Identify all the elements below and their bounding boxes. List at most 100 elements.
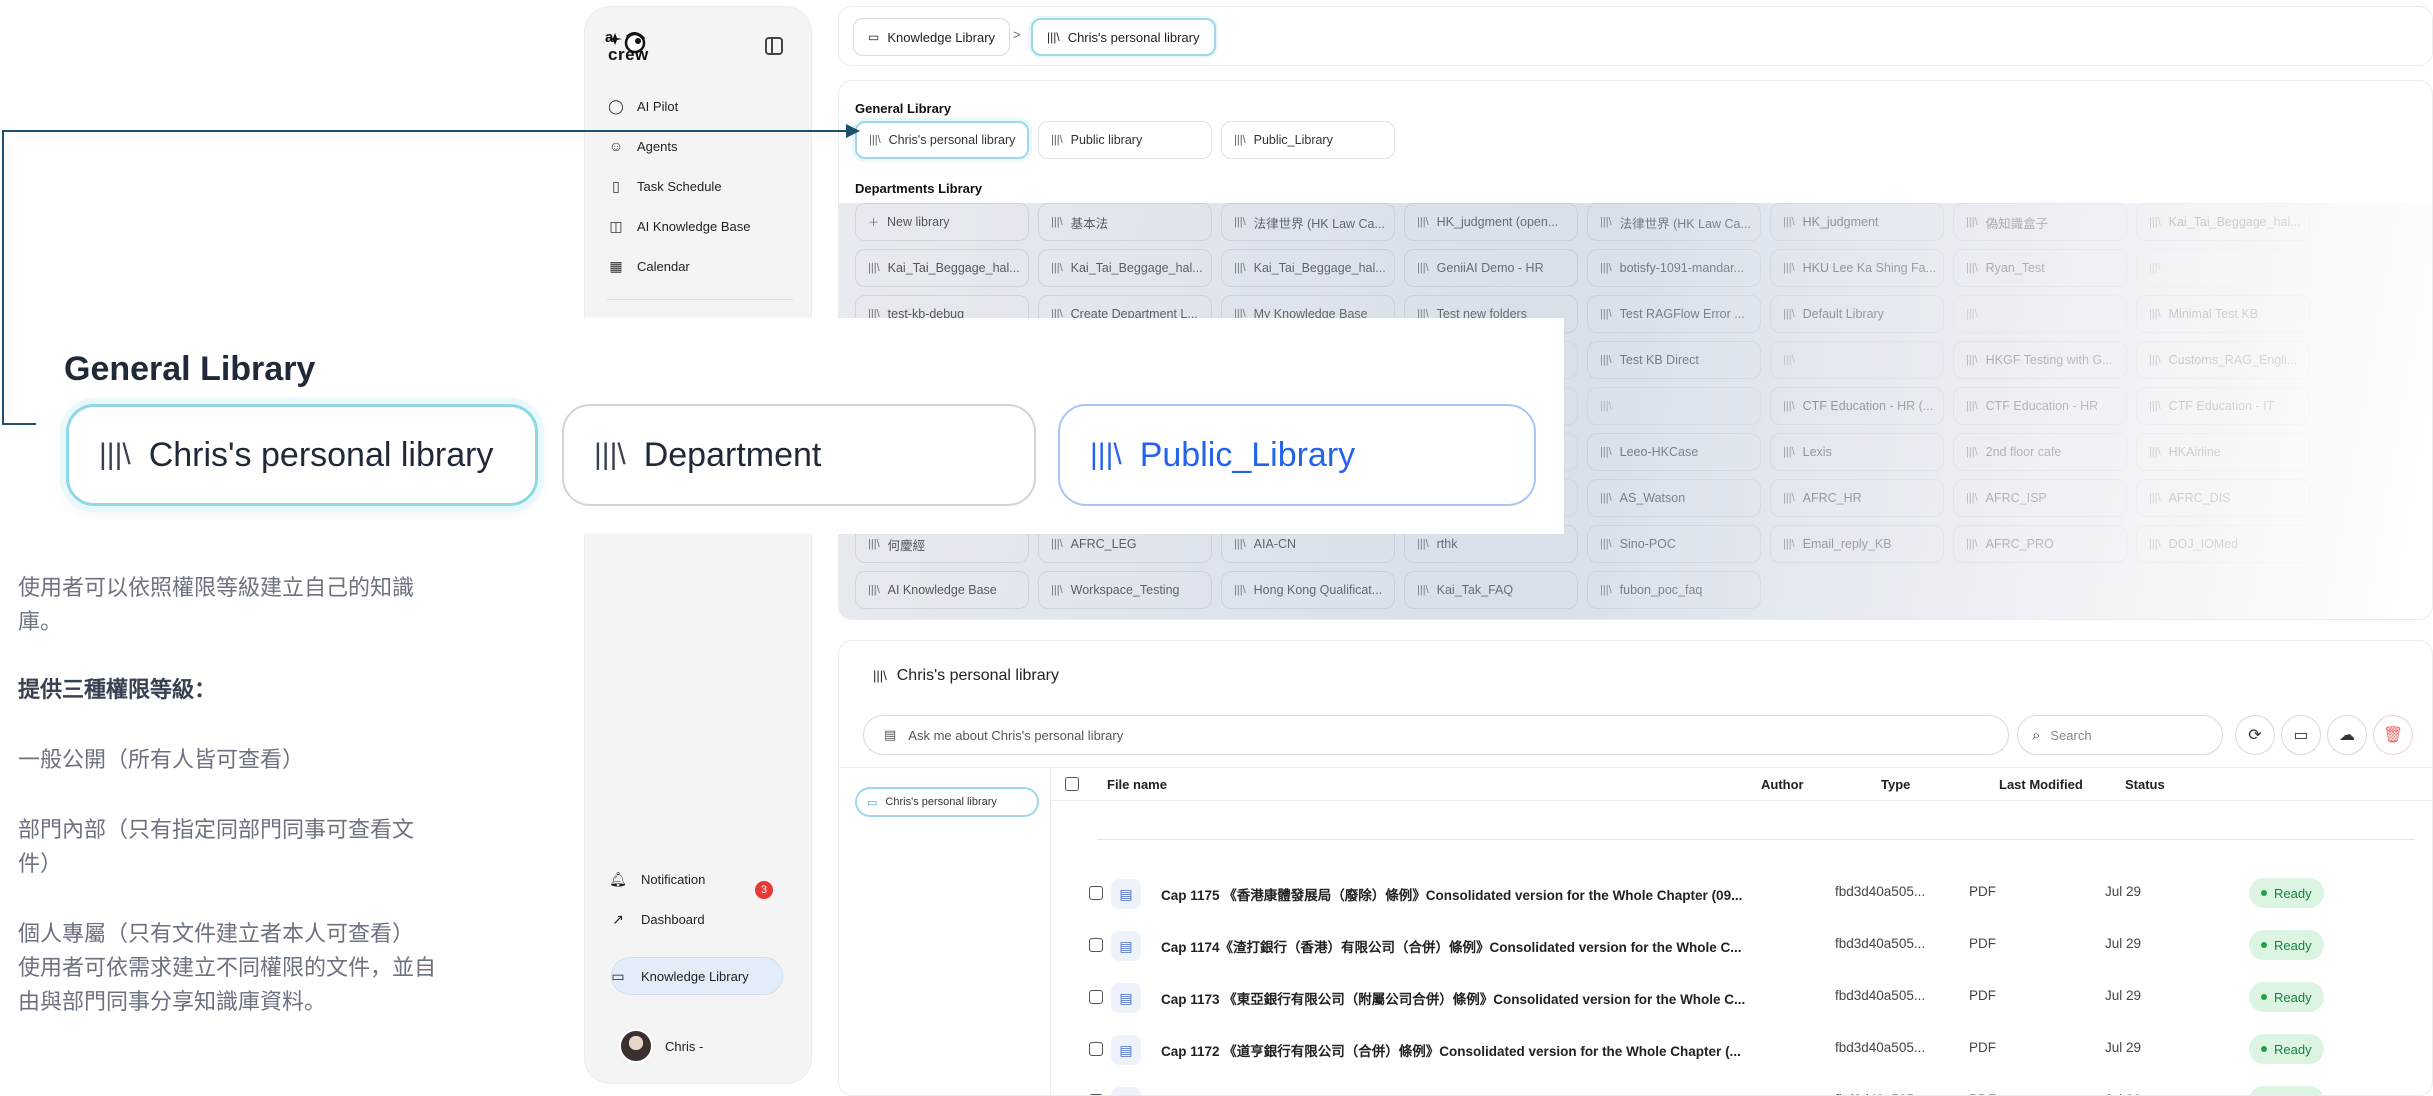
new-library-button[interactable]: ＋ New library	[855, 203, 1029, 241]
folder-item-personal[interactable]: ▭ Chris's personal library	[855, 787, 1039, 817]
table-row[interactable]: ▤ Cap 1171 《中信嘉華銀行有限公司（合併）條例》Consolidated…	[1051, 1075, 2432, 1095]
calendar-icon: ▦	[609, 257, 623, 274]
sidebar-item-ai-pilot[interactable]: ◯ AI Pilot	[607, 89, 678, 123]
column-type[interactable]: Type	[1881, 777, 1910, 792]
document-icon: ▤	[1111, 1035, 1141, 1065]
file-name[interactable]: Cap 1173 《東亞銀行有限公司（附屬公司合併）條例》Consolidate…	[1161, 988, 1761, 1008]
sidebar-item-dashboard[interactable]: ↗ Dashboard	[609, 902, 705, 936]
file-name[interactable]: Cap 1172 《道亨銀行有限公司（合併）條例》Consolidated ve…	[1161, 1040, 1761, 1060]
row-checkbox[interactable]	[1089, 990, 1103, 1004]
department-library-chip[interactable]: |||\ Workspace_Testing	[1038, 571, 1212, 609]
department-library-chip[interactable]: |||\ GeniiAI Demo - HR	[1404, 249, 1578, 287]
library-chip-personal[interactable]: |||\ Chris's personal library	[855, 121, 1029, 159]
file-name[interactable]: Cap 1171 《中信嘉華銀行有限公司（合併）條例》Consolidated …	[1161, 1092, 1761, 1095]
table-header: File name Author Type Last Modified Stat…	[1051, 767, 2432, 801]
file-type: PDF	[1969, 936, 1996, 951]
sidebar-item-ai-knowledge-base[interactable]: ◫ AI Knowledge Base	[607, 209, 750, 243]
department-library-chip[interactable]: |||\ Sino-POC	[1587, 525, 1761, 563]
user-name[interactable]: Chris -	[665, 1039, 703, 1054]
department-library-label: rthk	[1436, 537, 1458, 551]
breadcrumb-knowledge-library[interactable]: ▭ Knowledge Library	[853, 18, 1011, 56]
department-library-chip[interactable]: |||\ AS_Watson	[1587, 479, 1761, 517]
table-row[interactable]: ▤ Cap 1174《渣打銀行（香港）有限公司（合併）條例》Consolidate…	[1051, 919, 2432, 971]
column-author[interactable]: Author	[1761, 777, 1804, 792]
department-library-chip[interactable]: |||\ Kai_Tak_FAQ	[1404, 571, 1578, 609]
department-library-chip[interactable]: |||\ Kai_Tai_Beggage_hal...	[855, 249, 1029, 287]
department-library-chip[interactable]: |||\ fubon_poc_faq	[1587, 571, 1761, 609]
avatar[interactable]	[619, 1029, 653, 1063]
sidebar-collapse-icon[interactable]	[765, 37, 783, 55]
department-library-chip[interactable]: |||\ Lexis	[1770, 433, 1944, 471]
column-status[interactable]: Status	[2125, 777, 2165, 792]
column-last-modified[interactable]: Last Modified	[1999, 777, 2083, 792]
department-library-chip[interactable]: |||\ Kai_Tai_Beggage_hal...	[1038, 249, 1212, 287]
department-library-chip[interactable]: |||\	[1953, 295, 2127, 333]
table-row[interactable]: ▤ Cap 1173 《東亞銀行有限公司（附屬公司合併）條例》Consolidat…	[1051, 971, 2432, 1023]
department-library-chip[interactable]: |||\ Kai_Tai_Beggage_hal...	[2136, 203, 2310, 241]
department-library-chip[interactable]: |||\ CTF Education - IT	[2136, 387, 2310, 425]
department-library-chip[interactable]: |||\ 基本法	[1038, 203, 1212, 241]
search-input[interactable]: ⌕ Search	[2017, 715, 2223, 755]
department-library-chip[interactable]: |||\ Kai_Tai_Beggage_hal...	[1221, 249, 1395, 287]
ask-input[interactable]: ▤ Ask me about Chris's personal library	[863, 715, 2009, 755]
breadcrumb-current[interactable]: |||\ Chris's personal library	[1031, 18, 1216, 56]
library-chip-public-underscore[interactable]: |||\ Public_Library	[1221, 121, 1395, 159]
department-library-chip[interactable]: |||\ AFRC_PRO	[1953, 525, 2127, 563]
department-library-chip[interactable]: |||\ HKU Lee Ka Shing Fa...	[1770, 249, 1944, 287]
department-library-chip[interactable]: |||\ Test KB Direct	[1587, 341, 1761, 379]
sidebar-item-calendar[interactable]: ▦ Calendar	[607, 249, 689, 283]
department-library-chip[interactable]: |||\ 法律世界 (HK Law Ca...	[1221, 203, 1395, 241]
department-library-chip[interactable]: |||\ AFRC_HR	[1770, 479, 1944, 517]
department-library-chip[interactable]: |||\ HKGF Testing with G...	[1953, 341, 2127, 379]
department-library-chip[interactable]: |||\ Minimal Test KB	[2136, 295, 2310, 333]
department-library-chip[interactable]: |||\ AFRC_DIS	[2136, 479, 2310, 517]
column-file-name[interactable]: File name	[1107, 777, 1167, 792]
department-library-chip[interactable]: |||\ HK_judgment	[1770, 203, 1944, 241]
refresh-button[interactable]: ⟳	[2235, 715, 2275, 755]
zoom-chip-department[interactable]: |||\ Department	[562, 404, 1036, 506]
department-library-chip[interactable]: |||\ HKAirline	[2136, 433, 2310, 471]
department-library-chip[interactable]: |||\ Hong Kong Qualificat...	[1221, 571, 1395, 609]
department-library-chip[interactable]: |||\ DOJ_IOMed	[2136, 525, 2310, 563]
department-library-chip[interactable]: |||\ botisfy-1091-mandar...	[1587, 249, 1761, 287]
department-library-chip[interactable]: |||\	[1770, 341, 1944, 379]
department-library-chip[interactable]: |||\ 法律世界 (HK Law Ca...	[1587, 203, 1761, 241]
select-all-checkbox[interactable]	[1065, 777, 1079, 791]
zoom-chip-personal[interactable]: |||\ Chris's personal library	[66, 404, 538, 506]
row-checkbox[interactable]	[1089, 938, 1103, 952]
department-library-chip[interactable]: |||\ CTF Education - HR (...	[1770, 387, 1944, 425]
zoom-chip-public[interactable]: |||\ Public_Library	[1058, 404, 1536, 506]
department-library-chip[interactable]: |||\ AFRC_ISP	[1953, 479, 2127, 517]
department-library-chip[interactable]: |||\ AI Knowledge Base	[855, 571, 1029, 609]
department-library-chip[interactable]: |||\ 偽知識盒子	[1953, 203, 2127, 241]
department-library-chip[interactable]: |||\ Leeo-HKCase	[1587, 433, 1761, 471]
table-row[interactable]: ▤ Cap 1172 《道亨銀行有限公司（合併）條例》Consolidated v…	[1051, 1023, 2432, 1075]
department-library-chip[interactable]: |||\ Customs_RAG_Engli...	[2136, 341, 2310, 379]
file-name[interactable]: Cap 1174《渣打銀行（香港）有限公司（合併）條例》Consolidated…	[1161, 936, 1761, 956]
row-checkbox[interactable]	[1089, 886, 1103, 900]
department-library-chip[interactable]: |||\ CTF Education - HR	[1953, 387, 2127, 425]
library-icon: |||\	[2149, 446, 2161, 458]
department-library-chip[interactable]: |||\ Default Library	[1770, 295, 1944, 333]
library-chip-public[interactable]: |||\ Public library	[1038, 121, 1212, 159]
sidebar-item-knowledge-library[interactable]: ▭ Knowledge Library	[609, 959, 748, 993]
department-library-chip[interactable]: |||\ Ryan_Test	[1953, 249, 2127, 287]
department-library-chip[interactable]: |||\	[2136, 249, 2310, 287]
row-checkbox[interactable]	[1089, 1042, 1103, 1056]
table-row[interactable]: ▤ Cap 1175 《香港康體發展局（廢除）條例》Consolidated ve…	[1051, 867, 2432, 919]
new-folder-button[interactable]: ▭	[2281, 715, 2321, 755]
department-library-chip[interactable]: |||\ HK_judgment (open...	[1404, 203, 1578, 241]
department-library-chip[interactable]: |||\ 2nd floor cafe	[1953, 433, 2127, 471]
sidebar-item-notification[interactable]: 🔔︎ Notification	[609, 862, 705, 896]
department-library-label: CTF Education - HR	[1985, 399, 2099, 413]
department-library-chip[interactable]: |||\ Test RAGFlow Error ...	[1587, 295, 1761, 333]
sidebar-item-agents[interactable]: ☺ Agents	[607, 129, 678, 163]
upload-button[interactable]: ☁	[2327, 715, 2367, 755]
sidebar-item-task-schedule[interactable]: ▯ Task Schedule	[607, 169, 721, 203]
search-placeholder: Search	[2050, 727, 2092, 743]
department-library-chip[interactable]: |||\ Email_reply_KB	[1770, 525, 1944, 563]
file-name[interactable]: Cap 1175 《香港康體發展局（廢除）條例》Consolidated ver…	[1161, 884, 1761, 904]
sidebar-item-label: Dashboard	[641, 911, 705, 927]
department-library-chip[interactable]: |||\	[1587, 387, 1761, 425]
delete-button[interactable]: 🗑︎	[2373, 715, 2413, 755]
